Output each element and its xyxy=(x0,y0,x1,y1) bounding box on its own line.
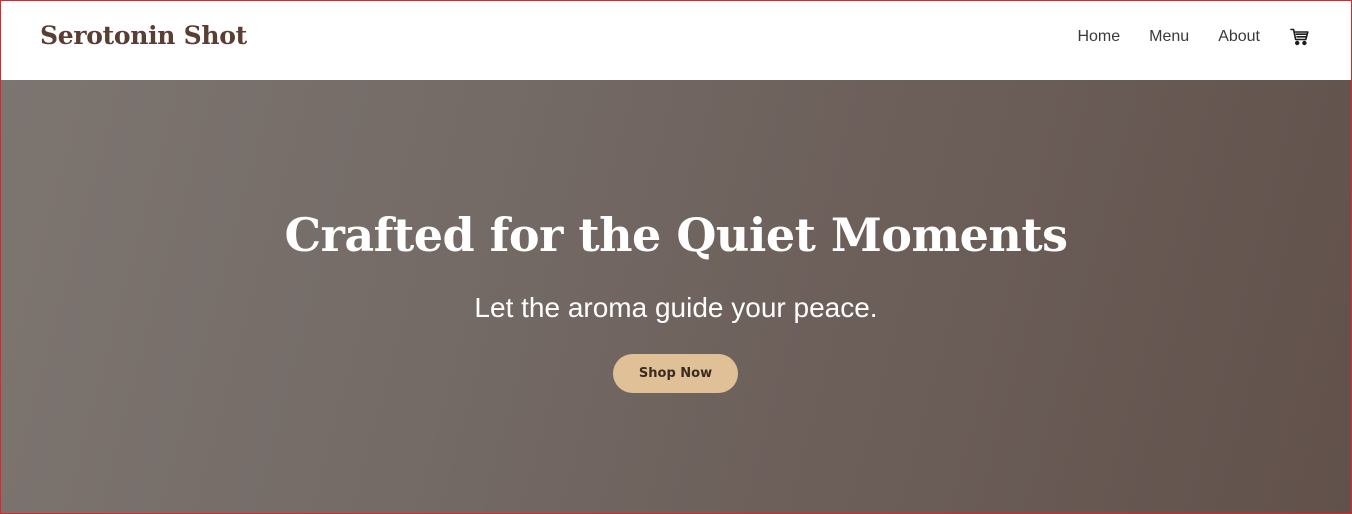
nav-link-about[interactable]: About xyxy=(1218,28,1260,46)
hero-subtitle: Let the aroma guide your peace. xyxy=(474,292,878,323)
hero-banner: Crafted for the Quiet Moments Let the ar… xyxy=(1,80,1351,513)
shopping-cart-icon[interactable] xyxy=(1290,27,1310,47)
page-frame: Serotonin Shot Home Menu About Crafted f… xyxy=(0,0,1352,514)
nav-links: Home Menu About xyxy=(1048,27,1310,47)
brand-logo[interactable]: Serotonin Shot xyxy=(40,21,247,50)
nav-link-home[interactable]: Home xyxy=(1077,28,1120,46)
nav-link-menu[interactable]: Menu xyxy=(1149,28,1189,46)
navbar: Serotonin Shot Home Menu About xyxy=(1,1,1351,80)
hero-title: Crafted for the Quiet Moments xyxy=(284,208,1068,262)
shop-now-button[interactable]: Shop Now xyxy=(613,354,738,393)
